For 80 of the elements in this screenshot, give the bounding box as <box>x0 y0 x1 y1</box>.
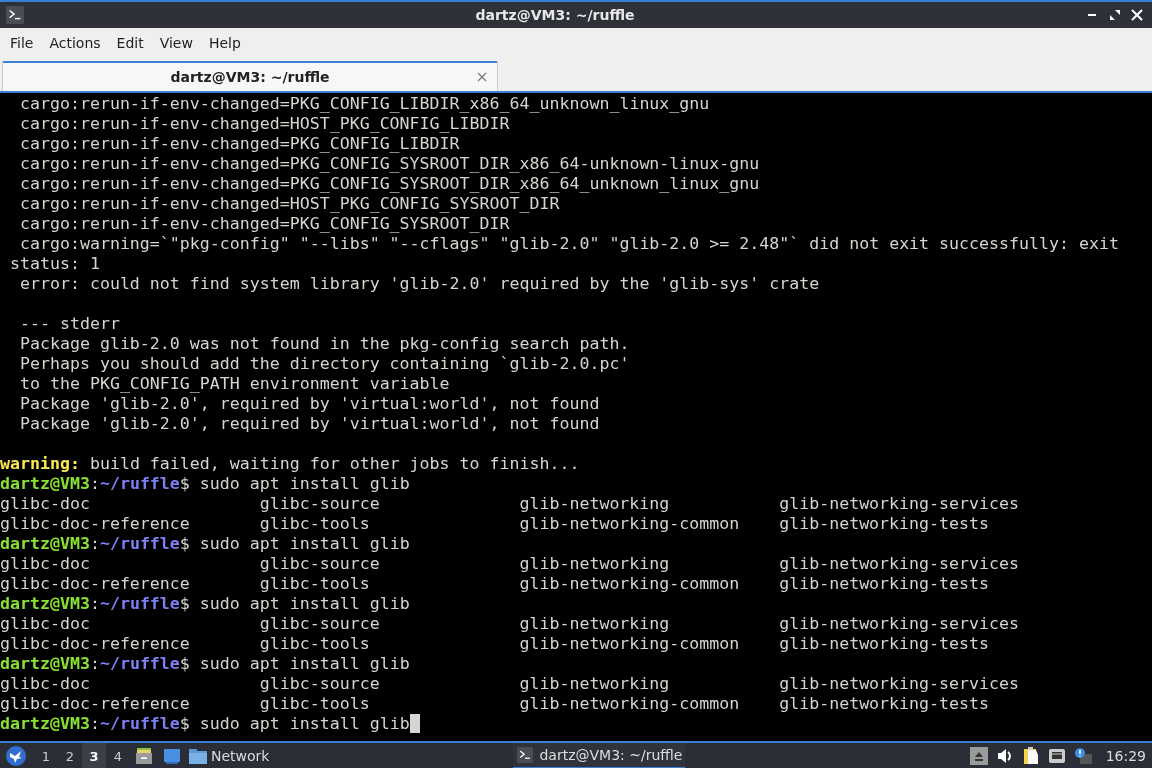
completion-item: glibc-source <box>259 494 380 513</box>
completion-item: glib-networking-tests <box>779 694 989 713</box>
completion-item: glib-networking-common <box>519 694 740 713</box>
workspace-button[interactable]: 4 <box>106 743 130 768</box>
prompt-line: dartz@VM3:~/ruffle$ sudo apt install glib <box>0 714 410 734</box>
taskbar-item[interactable]: Network <box>188 747 274 765</box>
warning-line: warning: build failed, waiting for other jobs to finish... <box>0 454 580 474</box>
output-line: status: 1 <box>9 254 100 274</box>
window-icon[interactable] <box>162 746 182 766</box>
completion-item: glib-networking-common <box>519 574 740 593</box>
terminal-tab[interactable]: dartz@VM3: ~/ruffle <box>2 61 498 91</box>
output-line: cargo:rerun-if-env-changed=PKG_CONFIG_SYSROOT_DIR_x86_64-unknown-linux-gnu <box>18 154 760 174</box>
output-line: cargo:rerun-if-env-changed=HOST_PKG_CONFIG_LIBDIR <box>18 114 510 134</box>
completion-item: glibc-doc-reference <box>0 514 190 533</box>
completion-item: glibc-source <box>259 614 380 633</box>
completion-item: glib-networking <box>519 554 670 573</box>
completion-item: glib-networking <box>519 494 670 513</box>
menu-item[interactable]: Actions <box>43 30 107 55</box>
eject-icon[interactable] <box>969 747 988 765</box>
completion-item: glib-networking <box>519 614 670 633</box>
output-line: --- stderr <box>18 314 120 334</box>
completion-item: glibc-doc <box>0 614 90 633</box>
output-line: Package glib-2.0 was not found in the pkg-config search path. <box>18 334 630 354</box>
task-button[interactable]: dartz@VM3: ~/ruffle <box>513 743 686 768</box>
output-line: cargo:rerun-if-env-changed=PKG_CONFIG_LIBDIR_x86_64_unknown_linux_gnu <box>18 94 710 114</box>
notification-icon[interactable] <box>1073 747 1092 765</box>
prompt-line: dartz@VM3:~/ruffle$ sudo apt install glib <box>0 534 410 554</box>
prompt-line: dartz@VM3:~/ruffle$ sudo apt install glib <box>0 474 410 494</box>
output-line: Package 'glib-2.0', required by 'virtual:world', not found <box>18 414 600 434</box>
completion-item: glibc-source <box>259 674 380 693</box>
menu-item[interactable]: Edit <box>110 30 150 55</box>
output-line: cargo:rerun-if-env-changed=PKG_CONFIG_LIBDIR <box>18 134 460 154</box>
completion-item: glib-networking-services <box>779 614 1019 633</box>
menu-item[interactable]: View <box>153 30 199 55</box>
completion-item: glib-networking-services <box>779 674 1019 693</box>
prompt-line: dartz@VM3:~/ruffle$ sudo apt install glib <box>0 594 410 614</box>
completion-item: glib-networking-services <box>779 494 1019 513</box>
folder-icon <box>188 747 208 765</box>
completion-item: glib-networking-tests <box>779 634 989 653</box>
clipboard-icon[interactable] <box>1021 747 1040 765</box>
file-cabinet-icon[interactable] <box>134 746 154 766</box>
completion-item: glib-networking-tests <box>779 574 989 593</box>
terminal-icon <box>6 6 24 24</box>
prompt-line: dartz@VM3:~/ruffle$ sudo apt install glib <box>0 654 410 674</box>
completion-item: glibc-tools <box>259 514 370 533</box>
volume-icon[interactable] <box>995 747 1014 765</box>
workspace-button[interactable]: 1 <box>34 743 58 768</box>
output-line: cargo:warning=`"pkg-config" "--libs" "--cflags" "glib-2.0" "glib-2.0 >= 2.48"` did not exit successfully: exit <box>18 234 1119 254</box>
output-line: cargo:rerun-if-env-changed=PKG_CONFIG_SYSROOT_DIR_x86_64_unknown_linux_gnu <box>18 174 760 194</box>
menu-item[interactable]: Help <box>202 30 247 55</box>
bird-icon[interactable] <box>6 746 26 766</box>
window-title: dartz@VM3: ~/ruffle <box>474 7 636 23</box>
completion-item: glib-networking-common <box>519 634 740 653</box>
output-line: error: could not find system library 'glib-2.0' required by the 'glib-sys' crate <box>18 274 820 294</box>
completion-item: glibc-tools <box>259 694 370 713</box>
output-line: Perhaps you should add the directory containing `glib-2.0.pc' <box>18 354 630 374</box>
completion-item: glibc-doc <box>0 674 90 693</box>
completion-item: glibc-tools <box>259 634 370 653</box>
completion-item: glib-networking-tests <box>779 514 989 533</box>
maximize-icon[interactable] <box>1108 8 1122 22</box>
network-icon[interactable] <box>1047 747 1066 765</box>
completion-item: glibc-doc-reference <box>0 694 190 713</box>
completion-item: glibc-doc-reference <box>0 574 190 593</box>
completion-item: glibc-doc <box>0 494 90 513</box>
output-line: cargo:rerun-if-env-changed=PKG_CONFIG_SYSROOT_DIR <box>18 214 510 234</box>
completion-item: glibc-source <box>259 554 380 573</box>
output-line: to the PKG_CONFIG_PATH environment variable <box>18 374 450 394</box>
completion-item: glibc-doc-reference <box>0 634 190 653</box>
workspace-button[interactable]: 2 <box>58 743 82 768</box>
clock: 16:29 <box>1105 748 1146 764</box>
completion-item: glib-networking-common <box>519 514 740 533</box>
menu-item[interactable]: File <box>4 30 40 55</box>
workspace-button[interactable]: 3 <box>82 743 106 768</box>
output-line: Package 'glib-2.0', required by 'virtual:world', not found <box>18 394 600 414</box>
completion-item: glibc-tools <box>259 574 370 593</box>
completion-item: glibc-doc <box>0 554 90 573</box>
completion-item: glib-networking-services <box>779 554 1019 573</box>
completion-item: glib-networking <box>519 674 670 693</box>
output-line: cargo:rerun-if-env-changed=HOST_PKG_CONFIG_SYSROOT_DIR <box>18 194 560 214</box>
terminal-icon <box>517 747 534 763</box>
